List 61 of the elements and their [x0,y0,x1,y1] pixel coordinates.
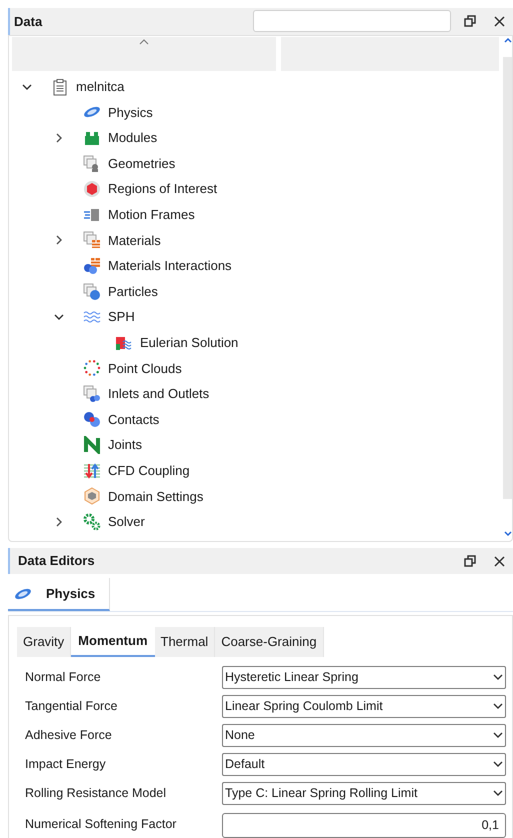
sub-tab[interactable]: Thermal [154,626,216,657]
tree-item[interactable]: melnitca [76,77,124,96]
tree-item[interactable]: Regions of Interest [108,179,218,199]
tree-item[interactable]: Materials Interactions [108,256,232,276]
restore-icon[interactable] [464,555,476,568]
panel-title: Data Editors [18,552,95,570]
field-label: Adhesive Force [24,727,113,744]
tree-item[interactable]: Physics [108,102,153,122]
tree-item[interactable]: Particles [108,282,158,302]
sub-tab[interactable]: Gravity [17,626,72,657]
cfd-coupling-icon [83,462,101,480]
tree-item[interactable]: Inlets and Outlets [108,384,210,404]
scroll-up-icon[interactable] [504,36,512,43]
joint-icon [83,436,101,454]
search-field[interactable] [253,10,451,32]
dropdown-caret-icon [493,760,503,768]
dropdown[interactable]: None [222,724,506,747]
tree-item[interactable]: Domain Settings [108,486,204,506]
clipboard-icon [51,78,69,96]
restore-icon[interactable] [464,15,476,28]
material-icon [83,231,101,250]
dropdown-caret-icon [493,674,503,681]
dropdown[interactable]: Hysteretic Linear Spring [222,666,506,689]
interaction-icon [83,256,101,275]
dropdown[interactable]: Linear Spring Coulomb Limit [222,694,506,718]
geometry-icon [83,154,101,173]
tree-item[interactable]: Contacts [108,410,160,430]
field-label: Numerical Softening Factor [24,816,178,834]
contact-icon [83,410,101,428]
dropdown-caret-icon [493,702,503,710]
close-icon[interactable] [494,556,505,567]
panel-title: Data [14,12,42,31]
inlet-icon [83,384,101,403]
number-field[interactable]: 0,1 [222,812,506,838]
scroll-down-icon[interactable] [504,531,512,538]
tree-item[interactable]: Eulerian Solution [140,332,238,352]
tree-item[interactable]: CFD Coupling [108,460,190,480]
editor-tab[interactable]: Physics [8,578,110,611]
dropdown[interactable]: Default [222,752,506,776]
close-icon[interactable] [494,16,505,27]
dropdown[interactable]: Type C: Linear Spring Rolling Limit [222,782,506,805]
dropdown-caret-icon [493,732,503,739]
tree-item[interactable]: Materials [108,230,161,250]
domain-cube-icon [83,487,101,506]
tree-item[interactable]: Point Clouds [108,358,182,378]
field-label: Tangential Force [24,698,118,716]
tree-item[interactable]: Modules [108,128,158,148]
sub-tab[interactable]: Coarse-Graining [215,626,324,657]
dotted-cloud-icon [83,359,101,378]
tree-item[interactable]: SPH [108,307,135,327]
dropdown-caret-icon [493,790,503,797]
tree-item[interactable]: Solver [108,512,145,532]
field-label: Impact Energy [24,756,107,774]
sort-up-icon [139,38,149,45]
tree-item[interactable]: Joints [108,435,142,455]
particle-icon [83,282,101,300]
gears-icon [83,512,101,531]
tree-item[interactable]: Motion Frames [108,204,195,224]
tree-item[interactable]: Geometries [108,154,176,174]
field-label: Rolling Resistance Model [24,785,168,802]
field-label: Normal Force [24,669,102,686]
